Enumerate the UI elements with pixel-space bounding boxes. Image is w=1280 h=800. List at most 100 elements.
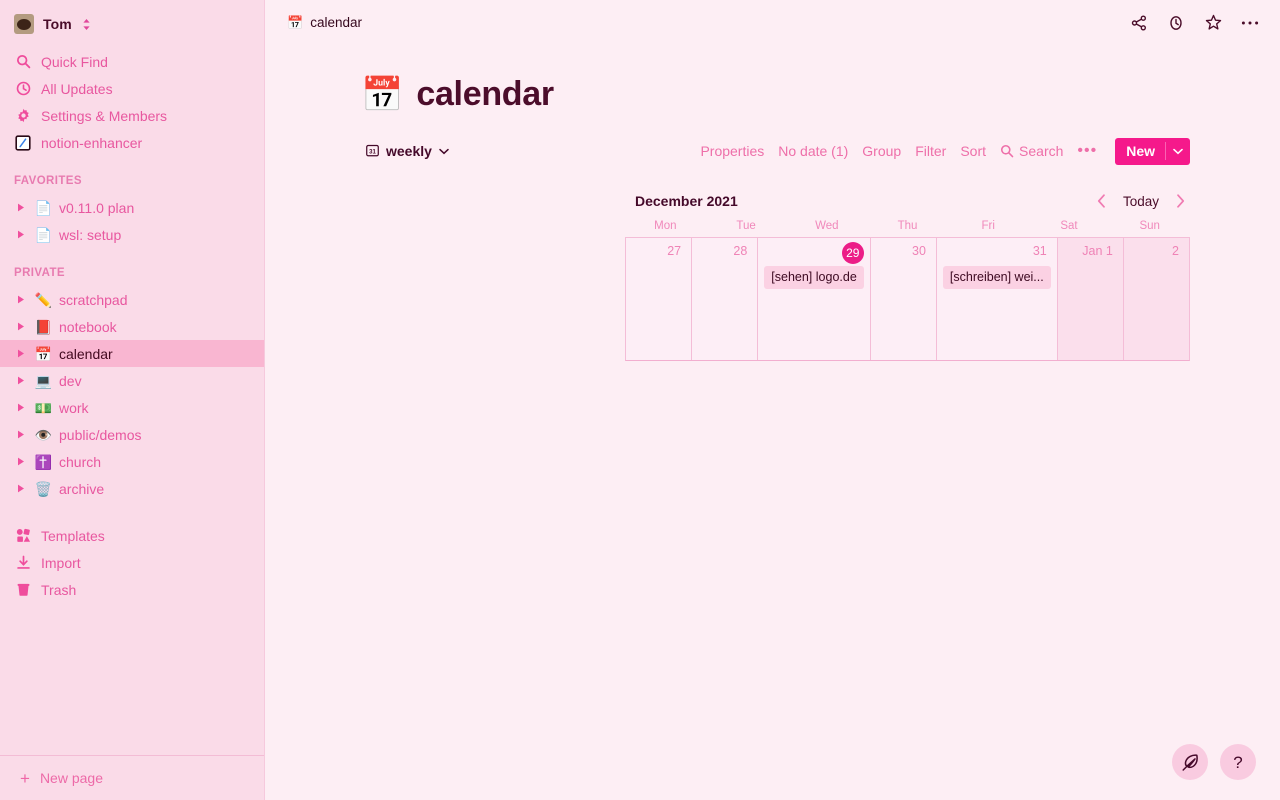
- page-header: 📅 calendar: [265, 45, 1280, 114]
- triangle-right-icon[interactable]: [14, 457, 28, 466]
- day-number: 2: [1172, 244, 1179, 258]
- help-icon[interactable]: ?: [1220, 744, 1256, 780]
- sidebar-item-notebook[interactable]: 📕 notebook: [0, 313, 264, 340]
- sidebar-item-label: Settings & Members: [41, 107, 168, 124]
- sidebar-item-public-demos[interactable]: 👁️ public/demos: [0, 421, 264, 448]
- star-icon[interactable]: [1201, 11, 1225, 35]
- templates-icon: [14, 527, 32, 545]
- sidebar-item-dev[interactable]: 💻 dev: [0, 367, 264, 394]
- search-button[interactable]: Search: [1000, 143, 1063, 159]
- today-button[interactable]: Today: [1120, 193, 1162, 210]
- new-page-label: New page: [39, 770, 103, 786]
- sidebar-item-notion-enhancer[interactable]: notion-enhancer: [8, 129, 256, 156]
- sidebar-item-wsl-setup[interactable]: 📄 wsl: setup: [0, 221, 264, 248]
- sidebar-item-templates[interactable]: Templates: [8, 522, 256, 549]
- calendar-day-cell[interactable]: 2: [1123, 238, 1189, 360]
- sidebar-item-v0110-plan[interactable]: 📄 v0.11.0 plan: [0, 194, 264, 221]
- calendar-emoji-icon: 📅: [287, 15, 304, 30]
- new-page-button[interactable]: + New page: [0, 755, 264, 800]
- day-number: 28: [733, 244, 748, 258]
- share-icon[interactable]: [1127, 11, 1151, 35]
- calendar-day-cell[interactable]: 27: [626, 238, 693, 360]
- tab-weekly[interactable]: 31 weekly: [361, 140, 454, 162]
- triangle-right-icon[interactable]: [14, 322, 28, 331]
- filter-button[interactable]: Filter: [915, 143, 946, 159]
- trash-icon: [14, 581, 32, 599]
- page-body: 📅 calendar 31 weekly Properties No date …: [265, 45, 1280, 361]
- calendar-month-label: December 2021: [635, 193, 738, 209]
- sort-button[interactable]: Sort: [960, 143, 986, 159]
- page-icon: 💻: [34, 372, 53, 389]
- sidebar-item-settings-members[interactable]: Settings & Members: [8, 102, 256, 129]
- clock-icon[interactable]: [1164, 11, 1188, 35]
- triangle-right-icon[interactable]: [14, 484, 28, 493]
- weekday-header-row: Mon Tue Wed Thu Fri Sat Sun: [625, 214, 1190, 237]
- sidebar-item-label: All Updates: [41, 80, 113, 97]
- weekday-label: Sat: [1060, 219, 1078, 232]
- sidebar-section-private: PRIVATE: [14, 267, 65, 279]
- today-badge: 29: [841, 242, 864, 264]
- day-number-today: 29: [764, 238, 864, 264]
- floating-action-buttons: ?: [1172, 744, 1256, 780]
- page-icon: 📕: [34, 318, 53, 335]
- more-icon[interactable]: [1238, 11, 1262, 35]
- group-button[interactable]: Group: [862, 143, 901, 159]
- calendar-day-cell[interactable]: 30: [870, 238, 937, 360]
- view-more-button[interactable]: •••: [1077, 143, 1097, 159]
- triangle-right-icon[interactable]: [14, 430, 28, 439]
- calendar-day-cell[interactable]: 29 [sehen] logo.de: [758, 238, 871, 360]
- triangle-right-icon[interactable]: [14, 376, 28, 385]
- main-content: 📅 calendar 📅 calendar 31 weekly Properti…: [265, 0, 1280, 800]
- triangle-right-icon[interactable]: [14, 403, 28, 412]
- sidebar-item-work[interactable]: 💵 work: [0, 394, 264, 421]
- page-title: calendar: [416, 75, 554, 113]
- calendar-event[interactable]: [schreiben] wei...: [942, 266, 1051, 289]
- sidebar-item-calendar[interactable]: 📅 calendar: [0, 340, 264, 367]
- app-root: Tom Quick Find All Updates Settings & Me…: [0, 0, 1280, 800]
- sidebar-item-label: Quick Find: [41, 53, 108, 70]
- import-icon: [14, 554, 32, 572]
- feather-icon[interactable]: [1172, 744, 1208, 780]
- sidebar-item-import[interactable]: Import: [8, 549, 256, 576]
- breadcrumb-label: calendar: [310, 15, 362, 30]
- sidebar-item-label: archive: [59, 480, 105, 497]
- clock-icon: [14, 80, 32, 98]
- calendar-event[interactable]: [sehen] logo.de: [764, 266, 864, 289]
- triangle-right-icon[interactable]: [14, 230, 28, 239]
- sidebar-item-scratchpad[interactable]: ✏️ scratchpad: [0, 286, 264, 313]
- page-icon: 📄: [34, 226, 53, 243]
- search-icon: [14, 53, 32, 71]
- triangle-right-icon[interactable]: [14, 295, 28, 304]
- day-number: 31: [1032, 244, 1047, 258]
- page-icon: 🗑️: [34, 480, 53, 497]
- sidebar-item-label: public/demos: [59, 426, 142, 443]
- topbar: 📅 calendar: [265, 0, 1280, 45]
- workspace-switcher[interactable]: Tom: [8, 10, 256, 38]
- new-record-button[interactable]: New: [1115, 137, 1190, 165]
- calendar-day-cell[interactable]: 28: [692, 238, 759, 360]
- weekday-label: Fri: [981, 219, 995, 232]
- triangle-right-icon[interactable]: [14, 203, 28, 212]
- breadcrumb[interactable]: 📅 calendar: [287, 15, 362, 30]
- view-name: weekly: [386, 143, 432, 159]
- sidebar-item-label: notion-enhancer: [41, 134, 143, 151]
- sidebar-item-archive[interactable]: 🗑️ archive: [0, 475, 264, 502]
- sidebar-item-label: wsl: setup: [59, 226, 122, 243]
- triangle-right-icon[interactable]: [14, 349, 28, 358]
- calendar-day-cell[interactable]: 31 [schreiben] wei...: [936, 238, 1058, 360]
- no-date-button[interactable]: No date (1): [778, 143, 848, 159]
- chevron-right-icon[interactable]: [1172, 191, 1188, 211]
- sidebar: Tom Quick Find All Updates Settings & Me…: [0, 0, 265, 800]
- sidebar-item-all-updates[interactable]: All Updates: [8, 75, 256, 102]
- sidebar-item-label: church: [59, 453, 102, 470]
- chevron-down-icon[interactable]: [1165, 142, 1190, 160]
- topbar-actions: [1127, 11, 1262, 35]
- sidebar-item-quick-find[interactable]: Quick Find: [8, 48, 256, 75]
- properties-button[interactable]: Properties: [700, 143, 764, 159]
- chevron-left-icon[interactable]: [1094, 191, 1110, 211]
- calendar-day-cell[interactable]: Jan 1: [1057, 238, 1124, 360]
- page-icon: 📄: [34, 199, 53, 216]
- page-icon: 📅: [361, 75, 404, 114]
- sidebar-item-church[interactable]: ✝️ church: [0, 448, 264, 475]
- sidebar-item-trash[interactable]: Trash: [8, 576, 256, 603]
